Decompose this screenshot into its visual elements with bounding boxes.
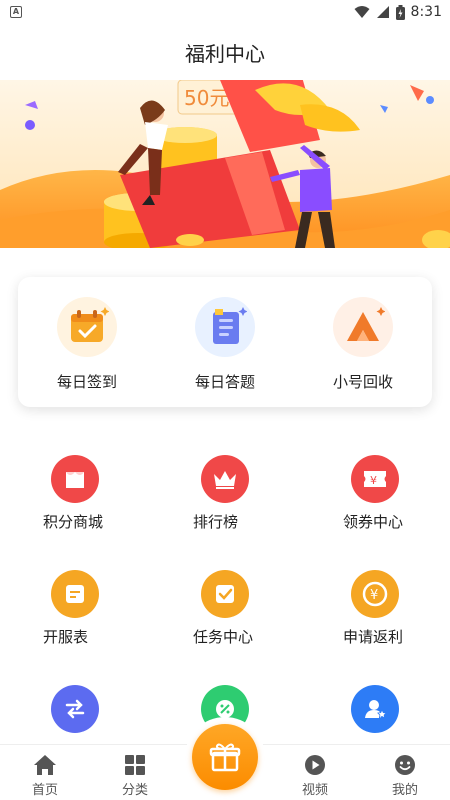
video-play-icon <box>305 755 325 775</box>
center-gift-button[interactable] <box>192 724 258 790</box>
recycle-triangle-icon <box>333 297 393 357</box>
grid-label-points-mall: 积分商城 <box>43 513 104 531</box>
user-star-icon <box>351 685 399 733</box>
grid-label-coupon-center: 领券中心 <box>343 513 404 531</box>
notification-a-icon: A <box>10 6 22 18</box>
grid-row: 开服表 任务中心 ¥ 申请返利 <box>0 570 450 685</box>
grid-label-leaderboard: 排行榜 <box>193 513 239 531</box>
grid-item-task-center[interactable]: 任务中心 <box>175 570 275 685</box>
quick-label-account-recycle: 小号回收 <box>332 373 393 391</box>
center-gift-button-wrap <box>185 717 265 797</box>
tab-category-label: 分类 <box>121 783 148 798</box>
grid-label-apply-rebate: 申请返利 <box>343 628 404 646</box>
calendar-check-icon <box>57 297 117 357</box>
crown-icon <box>201 455 249 503</box>
banner-price-text: 50元 <box>184 86 229 110</box>
quick-label-daily-checkin: 每日签到 <box>56 373 117 391</box>
grid-label-server-schedule: 开服表 <box>43 628 89 646</box>
tab-home-label: 首页 <box>31 783 58 798</box>
home-icon <box>34 755 56 775</box>
status-bar: A 8:31 <box>0 0 450 24</box>
grid-label-task-center: 任务中心 <box>193 628 254 646</box>
quick-item-account-recycle[interactable]: 小号回收 <box>308 297 418 392</box>
tab-home[interactable]: 首页 <box>10 754 80 798</box>
swap-icon <box>51 685 99 733</box>
store-icon <box>51 455 99 503</box>
welfare-banner[interactable]: 50元 <box>0 80 450 248</box>
grid-item-coupon-center[interactable]: ¥ 领券中心 <box>325 455 425 570</box>
category-grid-icon <box>125 755 145 775</box>
server-list-icon <box>51 570 99 618</box>
coupon-icon: ¥ <box>351 455 399 503</box>
quick-label-daily-quiz: 每日答题 <box>194 373 255 391</box>
svg-text:¥: ¥ <box>370 588 378 603</box>
quick-actions-card: 每日签到 每日答题 小号回收 <box>18 277 432 407</box>
page-title: 福利中心 <box>185 41 265 66</box>
yuan-coin-icon: ¥ <box>351 570 399 618</box>
profile-face-icon <box>395 755 415 775</box>
signal-icon <box>376 6 389 18</box>
page-title-bar: 福利中心 <box>0 24 450 80</box>
status-right: 8:31 <box>354 4 442 20</box>
grid-row: 积分商城 排行榜 ¥ 领券中心 <box>0 455 450 570</box>
quick-item-daily-quiz[interactable]: 每日答题 <box>170 297 280 392</box>
wifi-icon <box>354 6 370 18</box>
tab-mine[interactable]: 我的 <box>370 754 440 798</box>
status-left: A <box>10 6 22 18</box>
tab-video-label: 视频 <box>301 783 328 798</box>
svg-text:¥: ¥ <box>370 474 377 487</box>
tab-category[interactable]: 分类 <box>100 754 170 798</box>
grid-item-leaderboard[interactable]: 排行榜 <box>175 455 275 570</box>
grid-item-points-mall[interactable]: 积分商城 <box>25 455 125 570</box>
grid-item-apply-rebate[interactable]: ¥ 申请返利 <box>325 570 425 685</box>
battery-icon <box>395 4 405 20</box>
status-time: 8:31 <box>410 4 442 20</box>
tab-video[interactable]: 视频 <box>280 754 350 798</box>
banner-illustration: 50元 <box>0 80 450 248</box>
quiz-list-icon <box>195 297 255 357</box>
tab-mine-label: 我的 <box>391 783 418 798</box>
gift-icon <box>209 743 241 772</box>
quick-item-daily-checkin[interactable]: 每日签到 <box>32 297 142 392</box>
task-check-icon <box>201 570 249 618</box>
grid-item-server-schedule[interactable]: 开服表 <box>25 570 125 685</box>
